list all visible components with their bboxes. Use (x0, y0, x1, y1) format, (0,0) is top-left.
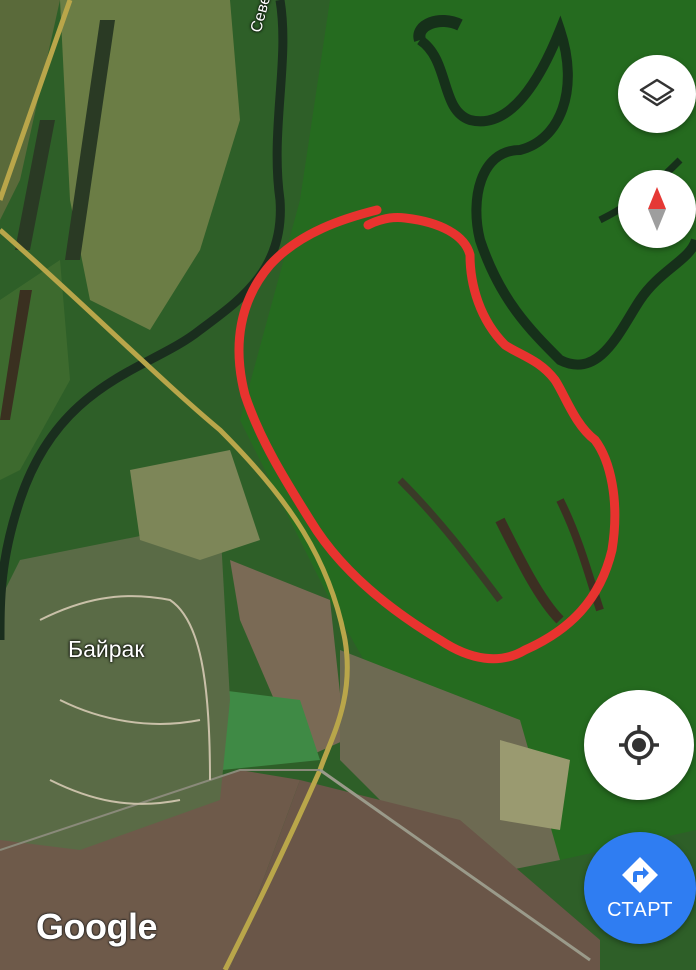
satellite-map[interactable] (0, 0, 696, 970)
my-location-button[interactable] (584, 690, 694, 800)
compass-icon (648, 187, 666, 231)
my-location-icon (619, 725, 659, 765)
start-navigation-button[interactable]: СТАРТ (584, 832, 696, 944)
start-label: СТАРТ (607, 898, 673, 921)
place-label: Байрак (68, 636, 145, 662)
layers-icon (639, 78, 675, 107)
layers-button[interactable] (618, 55, 696, 133)
compass-button[interactable] (618, 170, 696, 248)
google-logo: Google (36, 906, 158, 947)
directions-arrow-icon (622, 856, 658, 893)
